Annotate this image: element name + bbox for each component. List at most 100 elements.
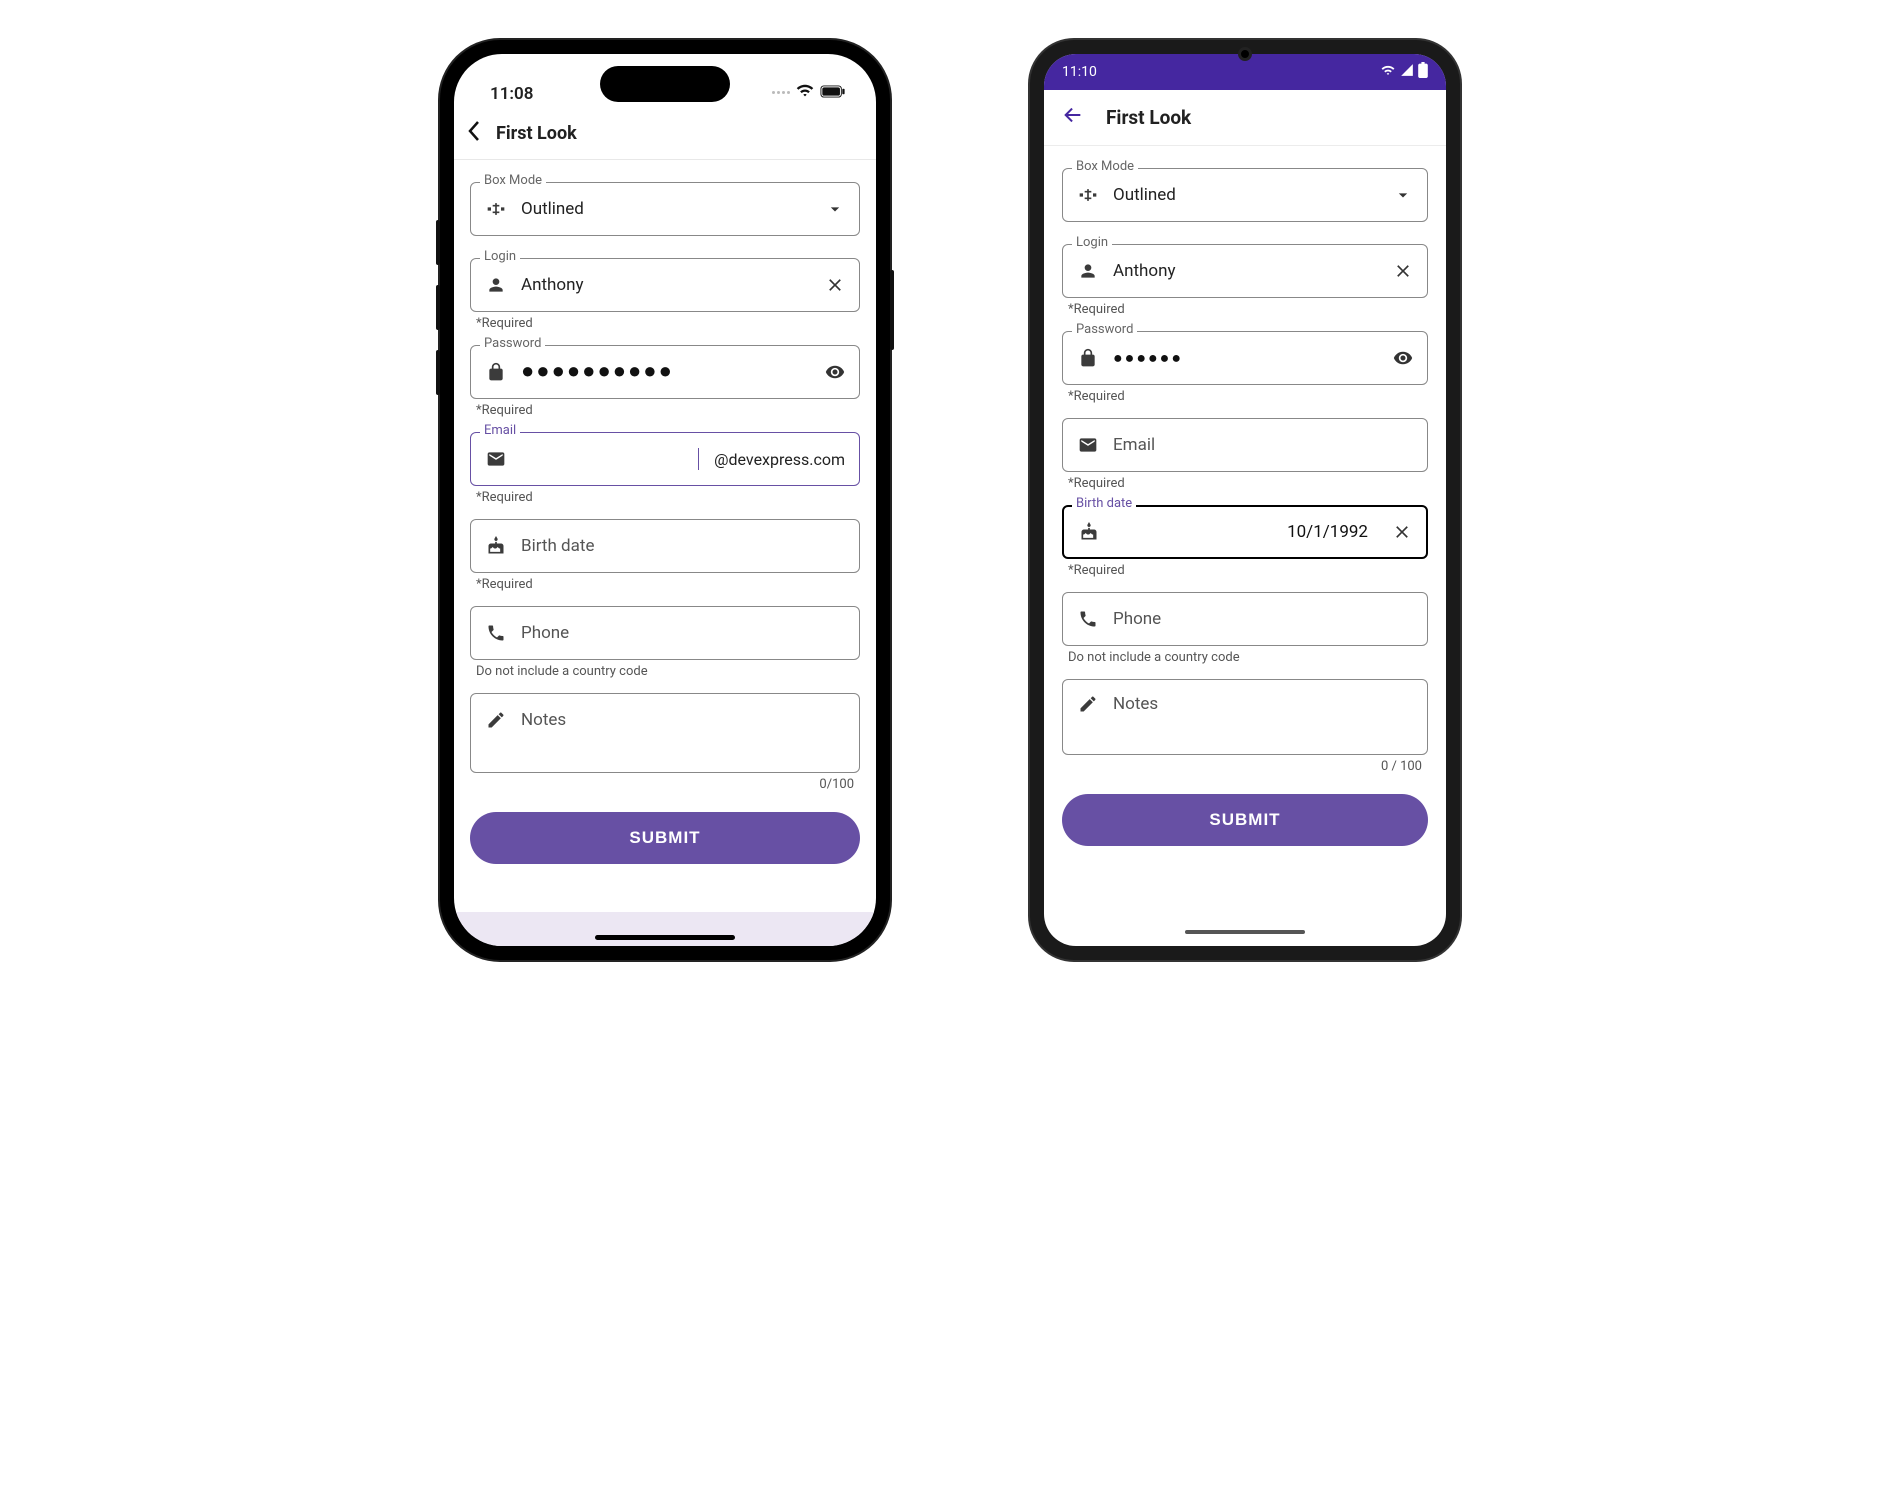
login-input[interactable]: Anthony — [1062, 244, 1428, 298]
clear-icon[interactable] — [1393, 261, 1413, 281]
box-mode-value: Outlined — [521, 199, 811, 219]
email-helper: *Required — [1068, 476, 1428, 491]
birthdate-helper: *Required — [476, 577, 860, 592]
wifi-icon — [1380, 63, 1396, 81]
birthdate-field: Birth date *Required — [470, 519, 860, 592]
phone-field: Phone Do not include a country code — [1062, 592, 1428, 665]
email-input[interactable]: Email — [1062, 418, 1428, 472]
ios-time: 11:08 — [490, 84, 533, 104]
login-input[interactable]: Anthony — [470, 258, 860, 312]
signal-icon — [1400, 63, 1414, 81]
ios-nav-bar: First Look — [454, 108, 876, 160]
email-field: Email @devexpress.com *Required — [470, 432, 860, 505]
login-label: Login — [480, 250, 520, 263]
android-form: Box Mode Outlined Login — [1044, 146, 1446, 918]
iphone-frame: 11:08 First Look Box Mode — [440, 40, 890, 960]
email-helper: *Required — [476, 490, 860, 505]
phone-helper: Do not include a country code — [476, 664, 860, 679]
eye-icon[interactable] — [825, 362, 845, 382]
phone-field: Phone Do not include a country code — [470, 606, 860, 679]
mail-icon — [485, 449, 507, 469]
home-indicator — [595, 935, 735, 940]
email-suffix: @devexpress.com — [714, 450, 845, 469]
lock-icon — [485, 362, 507, 382]
android-nav-bar-bottom — [1044, 918, 1446, 946]
home-indicator — [1185, 930, 1305, 934]
birthdate-value: 10/1/1992 — [1114, 522, 1378, 542]
password-helper: *Required — [1068, 389, 1428, 404]
cellular-dots-icon — [772, 91, 790, 94]
box-mode-select[interactable]: Outlined — [470, 182, 860, 236]
phone-input[interactable]: Phone — [1062, 592, 1428, 646]
dynamic-island — [600, 66, 730, 102]
iphone-screen: 11:08 First Look Box Mode — [454, 54, 876, 946]
box-mode-field: Box Mode Outlined — [470, 182, 860, 236]
person-icon — [1077, 261, 1099, 281]
birthdate-field: Birth date 10/1/1992 *Required — [1062, 505, 1428, 578]
box-mode-select[interactable]: Outlined — [1062, 168, 1428, 222]
password-label: Password — [480, 337, 545, 350]
box-mode-label: Box Mode — [480, 174, 546, 187]
phone-placeholder: Phone — [1113, 609, 1413, 629]
password-field: Password ●●●●●● *Required — [1062, 331, 1428, 404]
birthdate-input[interactable]: Birth date — [470, 519, 860, 573]
clear-icon[interactable] — [1392, 522, 1412, 542]
password-label: Password — [1072, 323, 1137, 336]
eye-icon[interactable] — [1393, 348, 1413, 368]
notes-field: Notes 0 / 100 — [1062, 679, 1428, 774]
password-helper: *Required — [476, 403, 860, 418]
submit-button[interactable]: SUBMIT — [1062, 794, 1428, 846]
password-input[interactable]: ●●●●●● — [1062, 331, 1428, 385]
back-icon[interactable] — [466, 120, 482, 147]
textbox-icon — [1077, 185, 1099, 205]
birthdate-label: Birth date — [1072, 497, 1136, 510]
cake-icon — [1078, 522, 1100, 542]
notes-field: Notes 0/100 — [470, 693, 860, 792]
email-input[interactable]: @devexpress.com — [470, 432, 860, 486]
dropdown-icon — [825, 199, 845, 219]
android-status-right — [1380, 62, 1428, 82]
lock-icon — [1077, 348, 1099, 368]
notes-input[interactable]: Notes — [1062, 679, 1428, 755]
password-value: ●●●●●● — [1113, 350, 1379, 366]
textbox-icon — [485, 199, 507, 219]
submit-button[interactable]: SUBMIT — [470, 812, 860, 864]
notes-input[interactable]: Notes — [470, 693, 860, 773]
page-title: First Look — [1106, 106, 1191, 129]
email-label: Email — [480, 424, 520, 437]
notes-placeholder: Notes — [1113, 694, 1413, 714]
clear-icon[interactable] — [825, 275, 845, 295]
notes-counter: 0/100 — [470, 777, 854, 792]
login-helper: *Required — [1068, 302, 1428, 317]
phone-input[interactable]: Phone — [470, 606, 860, 660]
password-field: Password ●●●●●●●●●● *Required — [470, 345, 860, 418]
front-camera — [1238, 47, 1252, 61]
person-icon — [485, 275, 507, 295]
phone-helper: Do not include a country code — [1068, 650, 1428, 665]
pencil-icon — [1077, 694, 1099, 714]
back-icon[interactable] — [1062, 104, 1084, 131]
mail-icon — [1077, 435, 1099, 455]
phone-placeholder: Phone — [521, 623, 845, 643]
android-frame: 11:10 First Look Box Mode — [1030, 40, 1460, 960]
android-nav-bar: First Look — [1044, 90, 1446, 146]
android-time: 11:10 — [1062, 64, 1097, 80]
dropdown-icon — [1393, 185, 1413, 205]
notes-counter: 0 / 100 — [1062, 759, 1422, 774]
login-field: Login Anthony *Required — [1062, 244, 1428, 317]
cake-icon — [485, 536, 507, 556]
battery-icon — [1418, 62, 1428, 82]
wifi-icon — [796, 81, 814, 104]
login-helper: *Required — [476, 316, 860, 331]
ios-form: Box Mode Outlined Login — [454, 160, 876, 912]
ios-bottom-area — [454, 912, 876, 946]
box-mode-field: Box Mode Outlined — [1062, 168, 1428, 222]
login-label: Login — [1072, 236, 1112, 249]
phone-icon — [485, 623, 507, 643]
phone-icon — [1077, 609, 1099, 629]
text-cursor — [698, 448, 699, 470]
birthdate-helper: *Required — [1068, 563, 1428, 578]
birthdate-input[interactable]: 10/1/1992 — [1062, 505, 1428, 559]
birthdate-placeholder: Birth date — [521, 536, 845, 556]
password-input[interactable]: ●●●●●●●●●● — [470, 345, 860, 399]
